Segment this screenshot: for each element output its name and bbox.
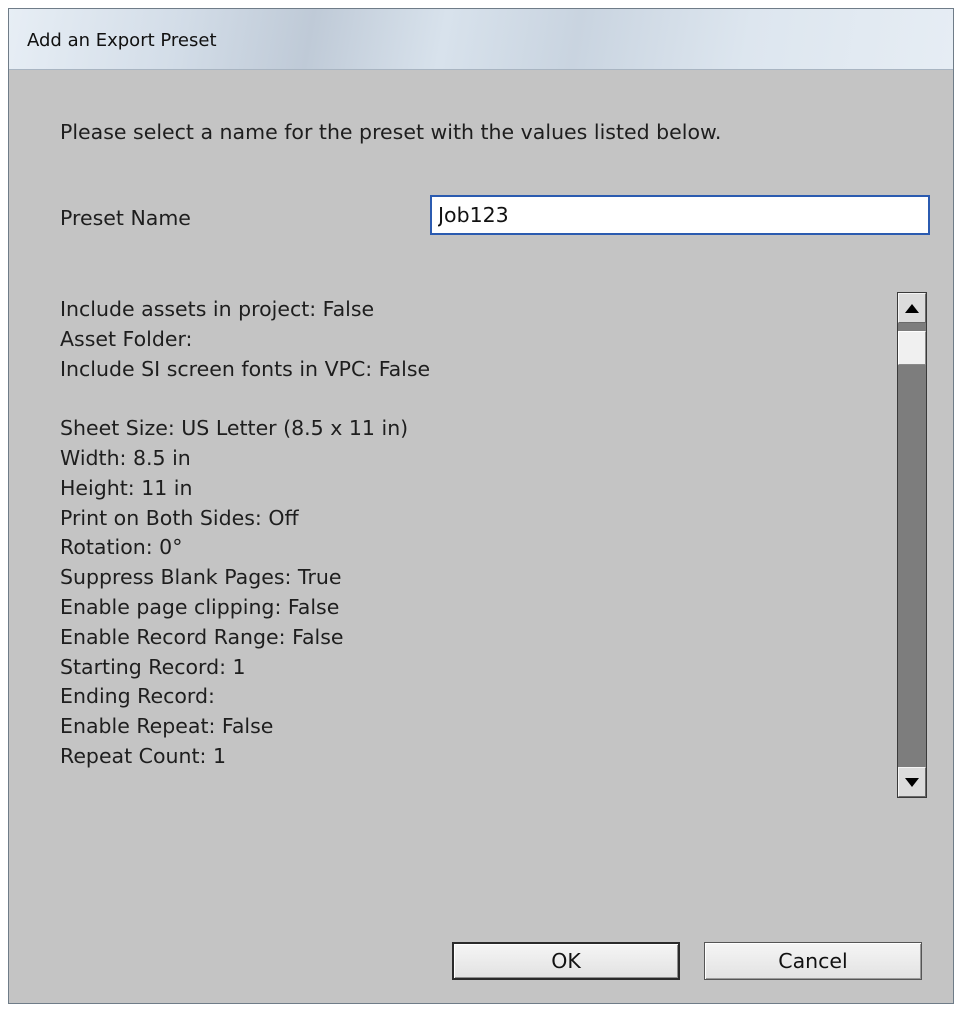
values-scrollbar[interactable] — [897, 292, 927, 798]
scroll-down-arrow-icon — [905, 777, 919, 787]
export-preset-dialog: Add an Export Preset Please select a nam… — [8, 8, 954, 1004]
preset-name-input[interactable] — [430, 195, 930, 235]
ok-button[interactable]: OK — [452, 942, 680, 980]
scroll-up-arrow-icon — [905, 303, 919, 313]
scroll-thumb[interactable] — [898, 331, 926, 365]
window-title: Add an Export Preset — [27, 30, 217, 51]
title-bar[interactable]: Add an Export Preset — [9, 9, 953, 70]
cancel-button[interactable]: Cancel — [704, 942, 922, 980]
preset-values-text: Include assets in project: False Asset F… — [60, 297, 431, 768]
preset-values-list: Include assets in project: False Asset F… — [60, 295, 895, 795]
preset-name-label: Preset Name — [60, 206, 191, 230]
instruction-text: Please select a name for the preset with… — [60, 120, 722, 144]
scroll-up-button[interactable] — [898, 293, 926, 323]
scroll-down-button[interactable] — [898, 767, 926, 797]
dialog-body: Please select a name for the preset with… — [24, 70, 938, 992]
